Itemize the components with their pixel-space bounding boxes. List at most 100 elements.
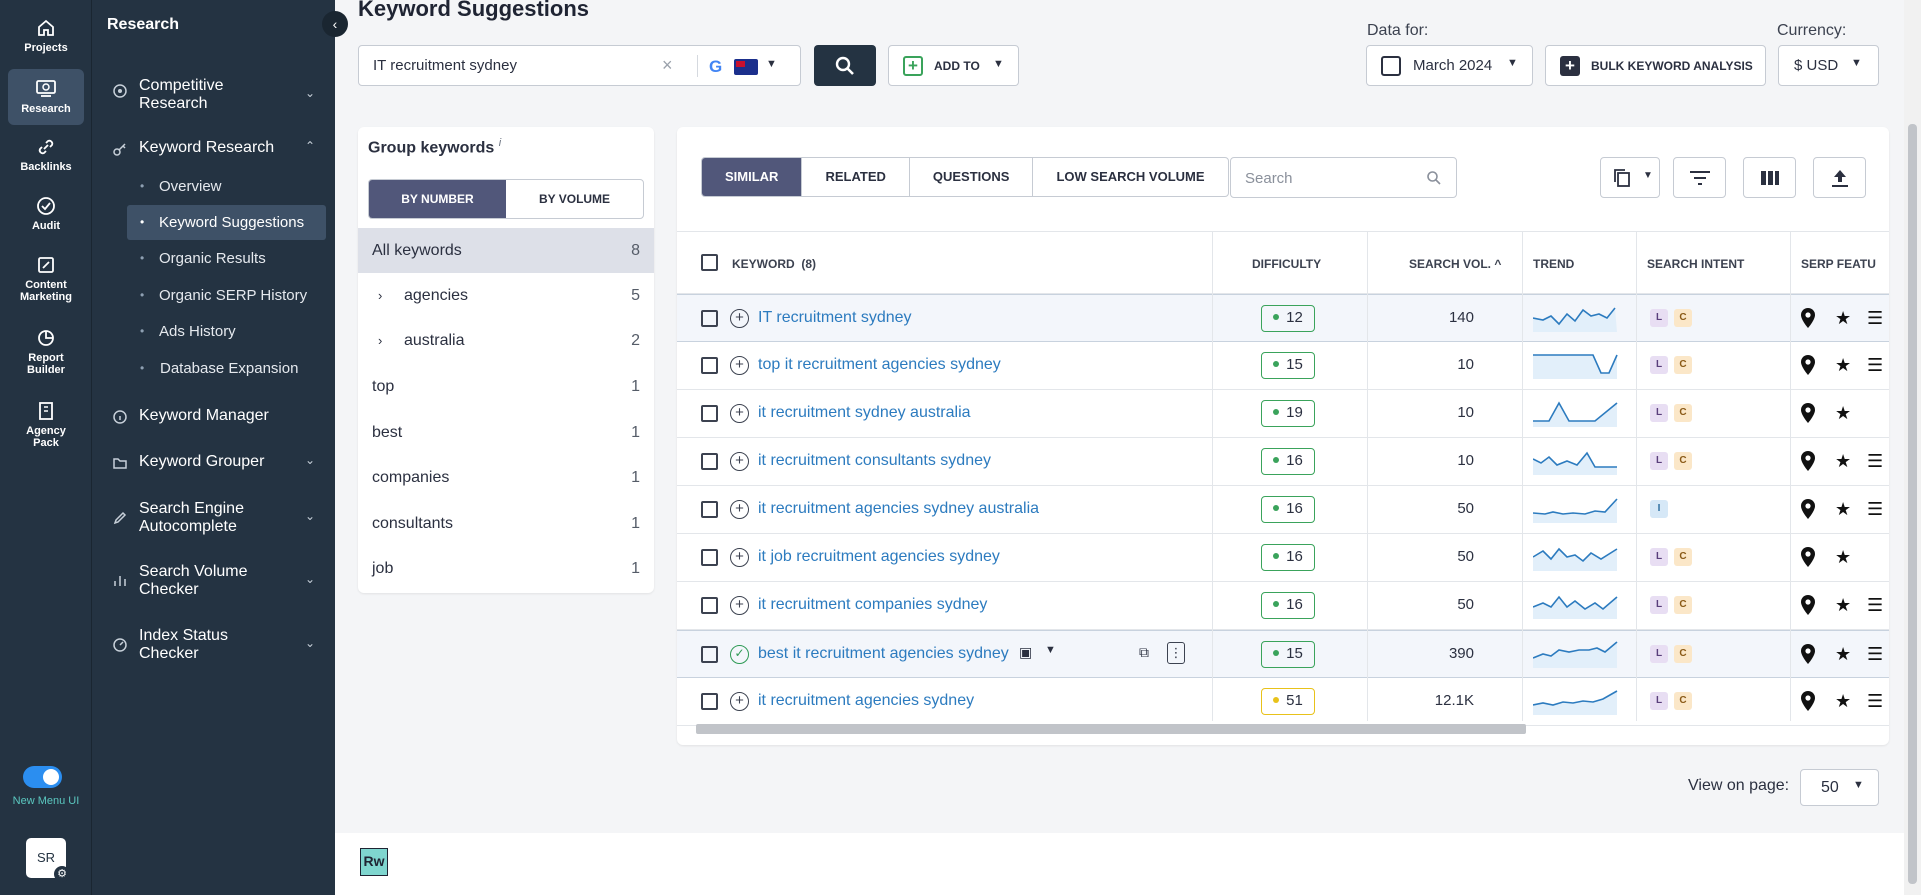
keyword-link[interactable]: IT recruitment sydney (758, 309, 912, 327)
row-checkbox[interactable] (701, 310, 718, 327)
group-row-companies[interactable]: companies 1 (358, 455, 654, 500)
sidebar-subitem-organic-results[interactable]: Organic Results (127, 241, 326, 276)
bulk-keyword-analysis-button[interactable]: + BULK KEYWORD ANALYSIS (1545, 45, 1766, 86)
sidebar-item-keyword-grouper[interactable]: Keyword Grouper ⌄ (92, 453, 335, 473)
row-checkbox[interactable] (701, 453, 718, 470)
view-on-page-select[interactable]: 50 ▼ (1800, 769, 1879, 806)
sidebar-item-search-engine-autocomplete[interactable]: Search Engine Autocomplete ⌄ (92, 500, 335, 536)
chevron-down-icon[interactable]: ▼ (1045, 644, 1056, 656)
rail-content-marketing[interactable]: Content Marketing (0, 255, 92, 303)
column-search-volume[interactable]: SEARCH VOL. ^ (1409, 257, 1501, 271)
add-keyword-icon[interactable]: + (730, 500, 749, 519)
sidebar-item-keyword-research[interactable]: Keyword Research ⌃ (92, 139, 335, 159)
add-keyword-icon[interactable]: + (730, 309, 749, 328)
tab-low-search-volume[interactable]: LOW SEARCH VOLUME (1033, 158, 1227, 196)
sidebar-collapse-button[interactable]: ‹ (322, 11, 348, 37)
tab-related[interactable]: RELATED (802, 158, 910, 196)
group-row-consultants[interactable]: consultants 1 (358, 501, 654, 546)
add-keyword-icon[interactable]: + (730, 356, 749, 375)
sidebar-subitem-keyword-suggestions[interactable]: Keyword Suggestions (127, 205, 326, 240)
clear-icon[interactable]: × (662, 55, 673, 76)
chevron-down-icon[interactable]: ▼ (766, 58, 777, 70)
info-icon[interactable]: i (499, 137, 501, 149)
currency-select[interactable]: $ USD ▼ (1778, 45, 1879, 86)
tab-similar[interactable]: SIMILAR (702, 158, 803, 196)
rail-audit[interactable]: Audit (0, 196, 92, 232)
table-row[interactable]: ✓ best it recruitment agencies sydney ▣ ▼ ⧉ ⋮… (677, 630, 1889, 678)
table-row[interactable]: + it recruitment agencies sydney australi… (677, 486, 1889, 534)
group-row-all-keywords[interactable]: All keywords 8 (358, 228, 654, 273)
add-to-button[interactable]: + ADD TO ▼ (888, 45, 1019, 86)
group-row-job[interactable]: job 1 (358, 546, 654, 591)
group-row-best[interactable]: best 1 (358, 410, 654, 455)
sidebar-item-keyword-manager[interactable]: Keyword Manager (92, 407, 335, 427)
new-menu-toggle[interactable] (23, 766, 62, 788)
rail-research[interactable]: Research (8, 69, 84, 125)
add-keyword-icon[interactable]: + (730, 596, 749, 615)
table-row[interactable]: + it job recruitment agencies sydney 16 50 L… (677, 534, 1889, 582)
column-search-intent[interactable]: SEARCH INTENT (1647, 257, 1744, 271)
rail-projects[interactable]: Projects (0, 18, 92, 54)
table-row[interactable]: + it recruitment consultants sydney 16 10 L C… (677, 438, 1889, 486)
rw-logo[interactable]: Rw (360, 848, 388, 876)
keyword-link[interactable]: it recruitment agencies sydney australia (758, 500, 1039, 518)
vertical-scrollbar[interactable] (1904, 0, 1921, 895)
table-row[interactable]: + it recruitment sydney australia 19 10 L C ★ (677, 390, 1889, 438)
group-row-australia[interactable]: › australia 2 (358, 318, 654, 363)
row-checkbox[interactable] (701, 693, 718, 710)
sidebar-subitem-overview[interactable]: Overview (127, 169, 326, 204)
rail-backlinks[interactable]: Backlinks (0, 137, 92, 173)
more-icon[interactable]: ⋮ (1167, 642, 1185, 664)
add-keyword-icon[interactable]: + (730, 692, 749, 711)
avatar[interactable]: SR ⚙ (26, 838, 70, 882)
rail-agency-pack[interactable]: Agency Pack (0, 401, 92, 449)
copy-icon[interactable]: ⧉ (1139, 644, 1149, 661)
column-keyword[interactable]: KEYWORD (8) (732, 257, 816, 271)
column-difficulty[interactable]: DIFFICULTY (1252, 257, 1321, 271)
select-all-checkbox[interactable] (701, 254, 718, 271)
chevron-right-icon[interactable]: › (378, 318, 382, 363)
add-keyword-icon[interactable]: + (730, 452, 749, 471)
rail-report-builder[interactable]: Report Builder (0, 328, 92, 376)
table-search-input[interactable]: Search (1230, 157, 1457, 198)
scrollbar-thumb[interactable] (696, 724, 1526, 734)
keyword-link[interactable]: it recruitment agencies sydney (758, 692, 974, 710)
export-button[interactable] (1813, 157, 1866, 198)
sidebar-item-search-volume-checker[interactable]: Search Volume Checker ⌄ (92, 563, 335, 599)
table-row[interactable]: + it recruitment companies sydney 16 50 L C ★ ☰ (677, 582, 1889, 630)
keyword-link[interactable]: it recruitment companies sydney (758, 596, 987, 614)
columns-button[interactable] (1743, 157, 1796, 198)
row-checkbox[interactable] (701, 646, 718, 663)
add-keyword-icon[interactable]: + (730, 548, 749, 567)
chevron-right-icon[interactable]: › (378, 273, 382, 318)
copy-dropdown-button[interactable]: ▼ (1600, 157, 1660, 198)
table-row[interactable]: + IT recruitment sydney 12 140 L C ★ ☰ (677, 294, 1889, 342)
column-trend[interactable]: TREND (1533, 257, 1574, 271)
row-checkbox[interactable] (701, 357, 718, 374)
row-checkbox[interactable] (701, 501, 718, 518)
search-button[interactable] (814, 45, 876, 86)
keyword-link[interactable]: it recruitment consultants sydney (758, 452, 991, 470)
keyword-link[interactable]: top it recruitment agencies sydney (758, 356, 1001, 374)
keyword-search-input[interactable]: IT recruitment sydney × G ▼ (358, 45, 801, 86)
sidebar-subitem-database-expansion[interactable]: Database Expansion (127, 351, 326, 386)
added-check-icon[interactable]: ✓ (730, 645, 749, 664)
sidebar-item-index-status-checker[interactable]: Index Status Checker ⌄ (92, 627, 335, 663)
table-row[interactable]: + top it recruitment agencies sydney 15 10 L… (677, 342, 1889, 390)
group-row-top[interactable]: top 1 (358, 364, 654, 409)
column-serp-features[interactable]: SERP FEATU (1801, 257, 1876, 271)
add-keyword-icon[interactable]: + (730, 404, 749, 423)
preview-icon[interactable]: ▣ (1019, 644, 1032, 661)
sidebar-subitem-ads-history[interactable]: Ads History (127, 314, 326, 349)
scrollbar-thumb[interactable] (1908, 124, 1917, 884)
horizontal-scrollbar[interactable] (677, 721, 1889, 737)
keyword-link[interactable]: it recruitment sydney australia (758, 404, 971, 422)
by-number-button[interactable]: BY NUMBER (369, 180, 506, 218)
keyword-link[interactable]: it job recruitment agencies sydney (758, 548, 1000, 566)
filter-button[interactable] (1673, 157, 1726, 198)
tab-questions[interactable]: QUESTIONS (910, 158, 1034, 196)
keyword-link[interactable]: best it recruitment agencies sydney (758, 645, 1009, 663)
sidebar-item-competitive-research[interactable]: Competitive Research ⌄ (92, 77, 335, 113)
sidebar-subitem-organic-serp-history[interactable]: Organic SERP History (127, 278, 326, 313)
row-checkbox[interactable] (701, 405, 718, 422)
